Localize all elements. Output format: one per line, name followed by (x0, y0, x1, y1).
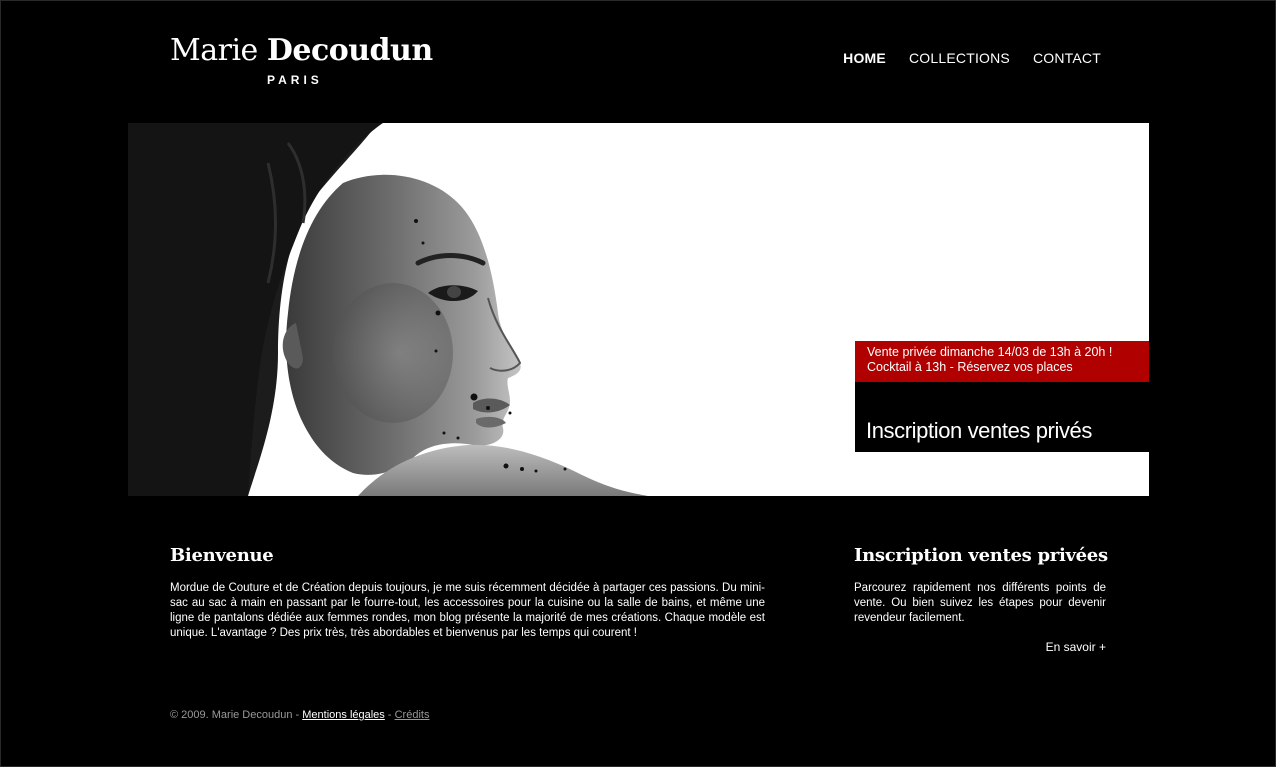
footer: © 2009. Marie Decoudun - Mentions légale… (170, 709, 429, 721)
footer-copyright: © 2009. Marie Decoudun - (170, 709, 300, 721)
signup-section: Inscription ventes privées Parcourez rap… (854, 543, 1108, 654)
legal-notice-link[interactable]: Mentions légales (302, 709, 385, 721)
nav-home[interactable]: HOME (843, 50, 886, 66)
hero-banner: Vente privée dimanche 14/03 de 13h à 20h… (128, 123, 1149, 496)
promo-line-2: Cocktail à 13h - Réservez vos places (867, 360, 1073, 374)
signup-cta-button[interactable]: Inscription ventes privés (855, 382, 1149, 452)
logo-first-name: Marie (170, 33, 258, 68)
footer-separator: - (387, 709, 392, 721)
credits-link[interactable]: Crédits (395, 709, 430, 721)
main-nav: HOME COLLECTIONS CONTACT (843, 50, 1101, 66)
signup-title: Inscription ventes privées (854, 545, 1108, 566)
welcome-text: Mordue de Couture et de Création depuis … (170, 582, 765, 639)
promo-announcement: Vente privée dimanche 14/03 de 13h à 20h… (855, 341, 1149, 382)
promo-line-1: Vente privée dimanche 14/03 de 13h à 20h… (867, 345, 1113, 359)
welcome-title: Bienvenue (170, 545, 274, 566)
logo-last-name: Decoudun (266, 33, 433, 68)
hero-portrait-image (128, 123, 648, 496)
nav-contact[interactable]: CONTACT (1033, 50, 1101, 66)
welcome-section: Bienvenue Mordue de Couture et de Créati… (170, 543, 765, 641)
logo-city: PARIS (267, 73, 323, 87)
learn-more-link[interactable]: En savoir + (854, 640, 1106, 654)
signup-text: Parcourez rapidement nos différents poin… (854, 582, 1106, 624)
site-logo[interactable]: Marie Decoudun PARIS (170, 33, 433, 87)
nav-collections[interactable]: COLLECTIONS (909, 50, 1010, 66)
logo-wordmark: Marie Decoudun (170, 33, 433, 69)
